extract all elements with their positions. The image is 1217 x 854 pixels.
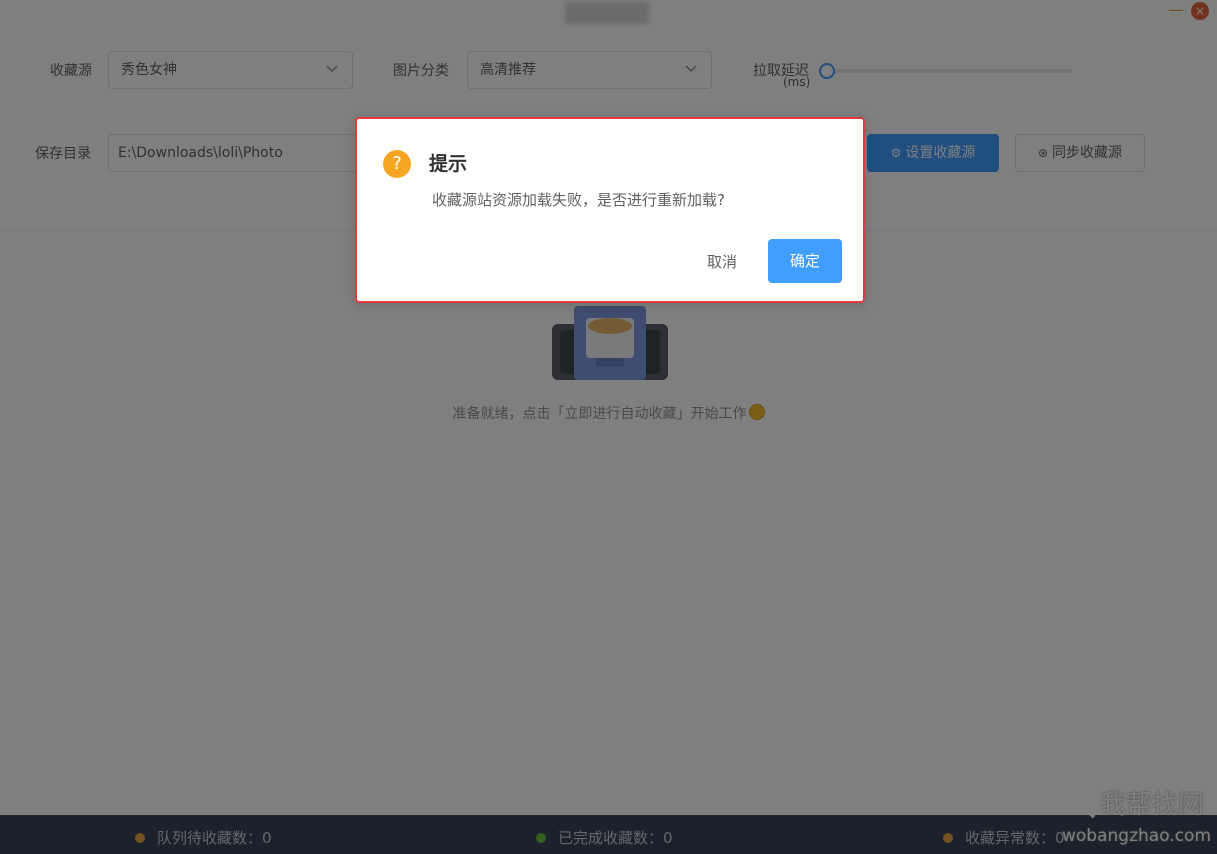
cancel-button[interactable]: 取消 [691,240,753,284]
confirm-dialog: ? 提示 收藏源站资源加载失败，是否进行重新加载? 取消 确定 [355,117,865,303]
app-window: — × 收藏源 秀色女神 图片分类 高清推荐 拉取延迟 (ms) 保存目录 E:… [0,0,1217,854]
dialog-message: 收藏源站资源加载失败，是否进行重新加载? [432,191,725,209]
dialog-title: 提示 [429,153,468,175]
question-icon: ? [383,150,411,178]
confirm-button[interactable]: 确定 [768,239,842,283]
